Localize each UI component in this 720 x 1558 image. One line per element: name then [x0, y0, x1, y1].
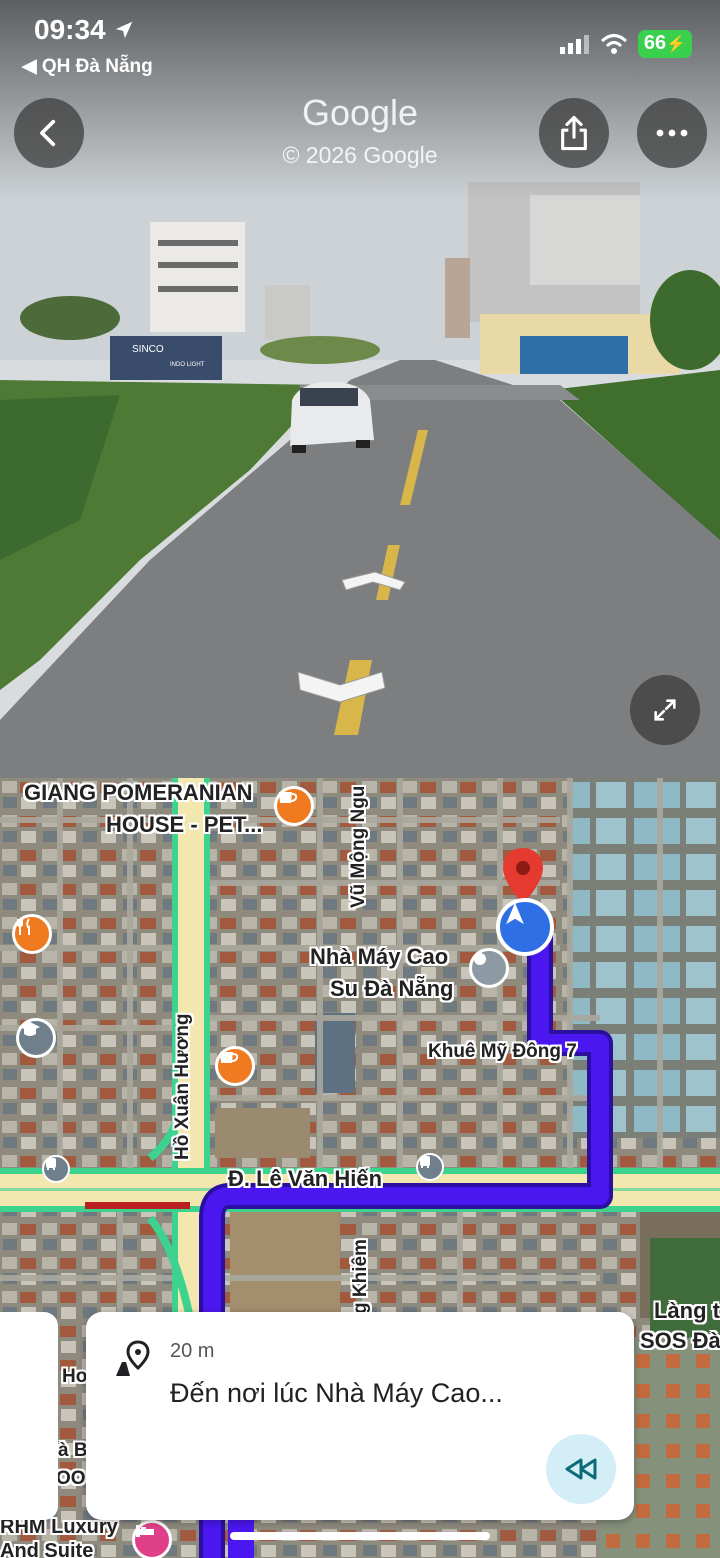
- street-label-khiem: g Khiêm: [350, 1239, 371, 1314]
- map-label-rhm-2: And Suite: [0, 1540, 94, 1558]
- home-indicator[interactable]: [230, 1532, 490, 1540]
- street-label-vu-mong-ngu: Vũ Mộng Ngu: [348, 785, 369, 908]
- chevron-left-icon: [40, 119, 56, 147]
- fork-knife-icon: [17, 918, 30, 935]
- status-bar: 09:34 ◀ QH Đà Nẵng 66⚡: [0, 0, 720, 90]
- bed-icon: [136, 1525, 154, 1537]
- location-arrow-icon: [116, 21, 133, 39]
- place-marker[interactable]: [469, 948, 509, 988]
- map-label-left-ho: Ho: [62, 1366, 88, 1387]
- share-button[interactable]: [539, 98, 609, 168]
- bus-icon: [420, 1156, 430, 1168]
- system-icons: 66⚡: [559, 30, 692, 58]
- map-label-left-oo: OO: [56, 1468, 86, 1489]
- street-label-ho-xuan-huong: Hồ Xuân Hương: [172, 1013, 193, 1160]
- navigation-step-card[interactable]: 20 m Đến nơi lúc Nhà Máy Cao...: [86, 1312, 634, 1520]
- more-options-button[interactable]: [637, 98, 707, 168]
- graduation-cap-icon: [20, 1022, 40, 1036]
- battery-indicator: 66⚡: [637, 30, 692, 58]
- place-dot-icon: [474, 953, 486, 965]
- street-label-khue-my-dong-7: Khuê Mỹ Đông 7: [428, 1041, 577, 1062]
- status-time: 09:34: [34, 14, 135, 46]
- destination-pin-icon[interactable]: [500, 846, 546, 906]
- map-label-pomeranian-2: HOUSE - PET...: [106, 812, 263, 837]
- map-label-lang-2: SOS Đà: [640, 1328, 720, 1353]
- step-instruction: Đến nơi lúc Nhà Máy Cao...: [170, 1378, 503, 1408]
- bus-icon: [46, 1158, 56, 1170]
- school-poi[interactable]: [16, 1018, 56, 1058]
- map-label-lang-1: Làng t: [654, 1298, 720, 1323]
- container-sign-subtext: INDO LIGHT: [170, 362, 205, 368]
- more-icon: [656, 129, 688, 137]
- map-label-pomeranian-1: GIANG POMERANIAN: [24, 780, 253, 805]
- bus-stop-left[interactable]: [42, 1155, 70, 1183]
- container-sign-text: SINCO: [132, 344, 164, 355]
- hotel-poi[interactable]: [132, 1520, 172, 1558]
- shipping-container: [110, 336, 222, 380]
- map-label-nha-may-2: Su Đà Nẵng: [330, 976, 454, 1001]
- cafe-poi-2[interactable]: [215, 1046, 255, 1086]
- restaurant-poi[interactable]: [12, 914, 52, 954]
- current-location-marker: [496, 898, 554, 956]
- white-car: [290, 382, 374, 453]
- previous-step-card[interactable]: [0, 1312, 58, 1520]
- expand-icon: [654, 699, 676, 721]
- rewind-button[interactable]: [546, 1434, 616, 1504]
- google-logo: Google: [301, 92, 419, 133]
- street-label-le-van-hien: Đ. Lê Văn Hiến: [228, 1166, 383, 1191]
- rewind-icon: [565, 1458, 597, 1480]
- back-to-app-link[interactable]: ◀ QH Đà Nẵng: [22, 55, 153, 78]
- share-icon: [561, 115, 587, 151]
- street-view-pane[interactable]: SINCO INDO LIGHT 09:34 ◀ QH Đà Nẵng 66⚡ …: [0, 0, 720, 778]
- map-label-nha-may-1: Nhà Máy Cao: [310, 944, 449, 969]
- cellular-signal-icon: [559, 35, 589, 54]
- destination-pin-icon: [116, 1340, 150, 1376]
- map-label-left-a: à B: [58, 1440, 88, 1461]
- navigation-arrow-icon: [506, 902, 524, 925]
- wifi-icon: [600, 34, 627, 54]
- coffee-cup-icon: [220, 1052, 239, 1063]
- coffee-cup-icon: [279, 792, 298, 803]
- expand-button[interactable]: [630, 675, 700, 745]
- cafe-poi[interactable]: [274, 786, 314, 826]
- copyright-text: © 2026 Google: [282, 142, 438, 168]
- bus-stop-right[interactable]: [416, 1153, 444, 1181]
- back-button[interactable]: [14, 98, 84, 168]
- step-distance: 20 m: [170, 1340, 215, 1362]
